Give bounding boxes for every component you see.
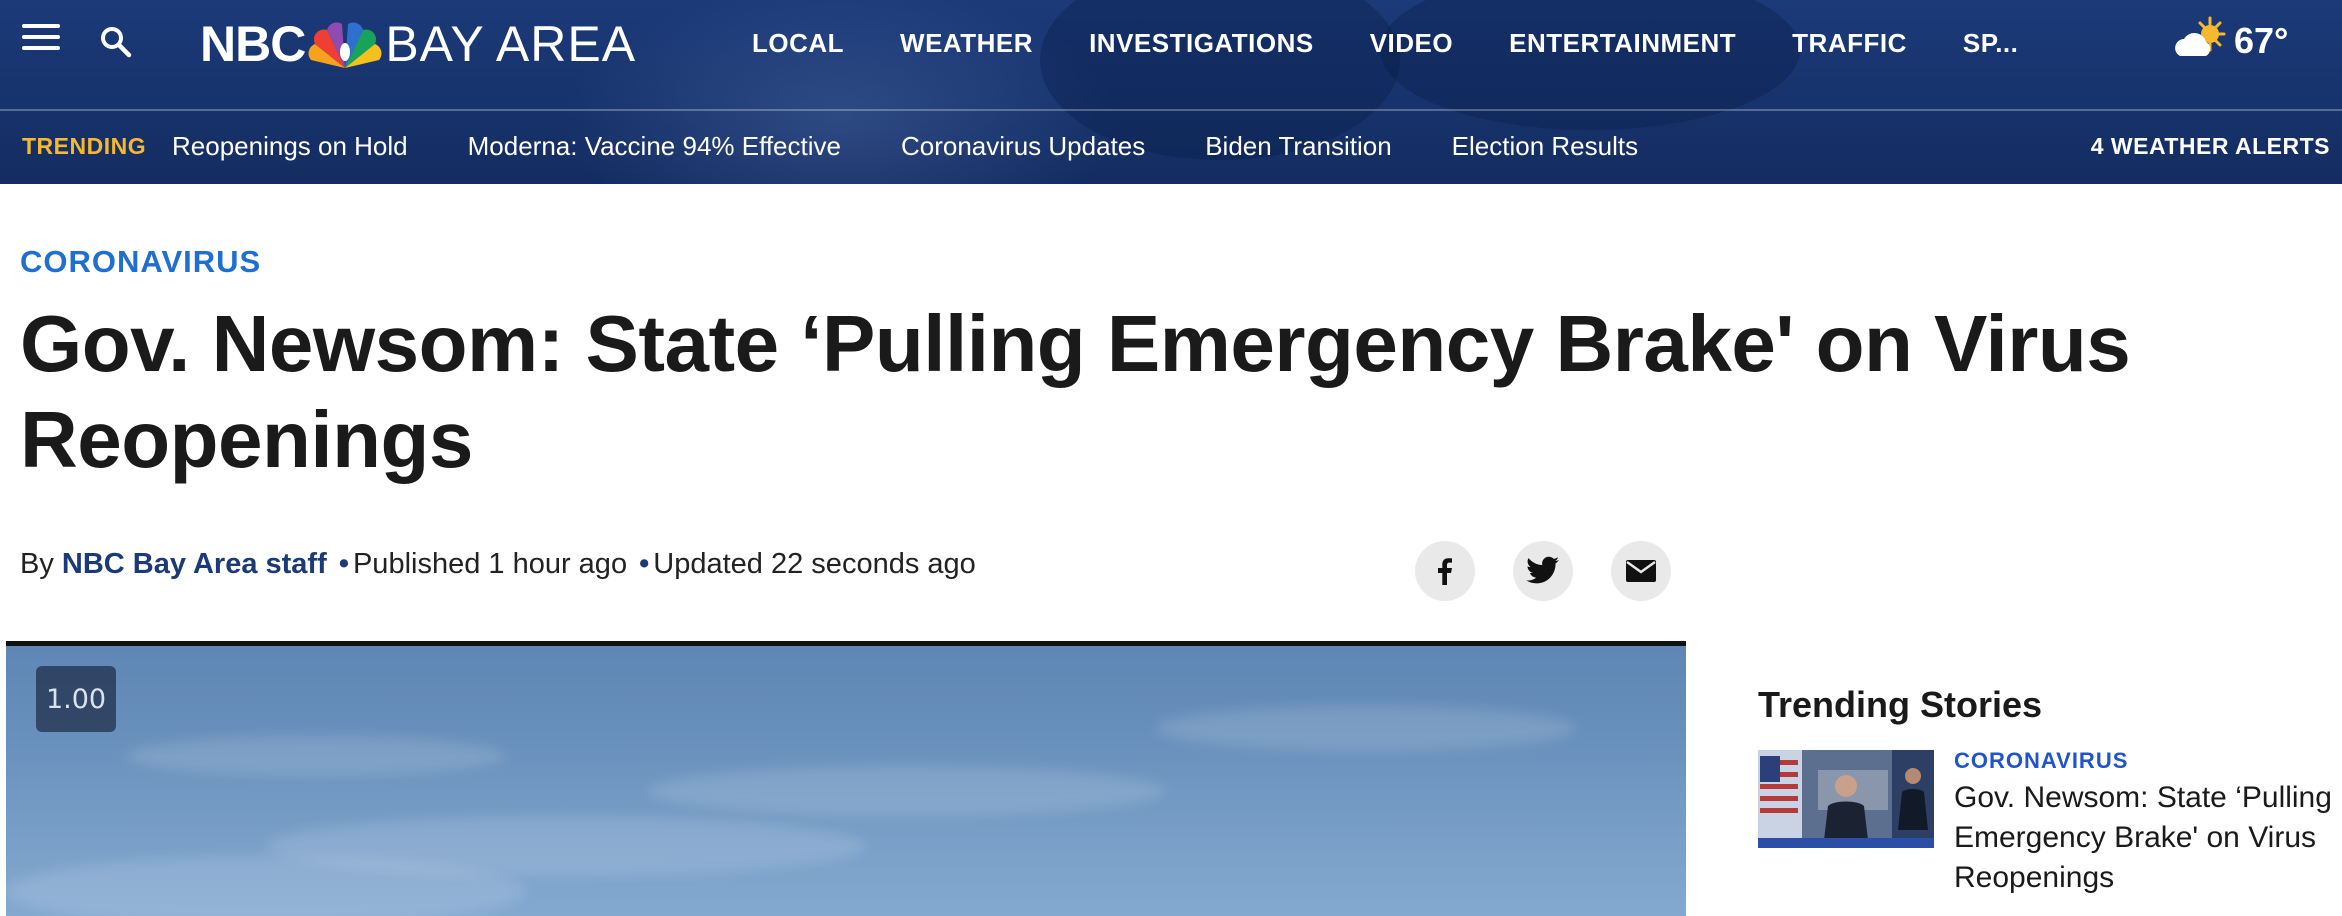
- email-icon: [1626, 560, 1656, 582]
- byline-separator: •: [338, 548, 349, 580]
- trending-link[interactable]: Reopenings on Hold: [172, 131, 408, 162]
- video-frame-cloud: [1156, 706, 1576, 751]
- weather-temperature: 67°: [2234, 20, 2289, 61]
- search-icon[interactable]: [98, 24, 134, 60]
- byline-by: By: [20, 548, 54, 580]
- weather-alerts-link[interactable]: 4 WEATHER ALERTS: [2091, 133, 2330, 160]
- logo-area-text: BAY AREA: [385, 16, 637, 72]
- site-header: NBC BAY AREA LOCAL WEATHER INVESTIGATION…: [0, 0, 2342, 184]
- nav-item-weather[interactable]: WEATHER: [900, 28, 1033, 59]
- trending-label: TRENDING: [22, 133, 147, 159]
- video-frame-cloud: [126, 736, 506, 776]
- nav-item-entertainment[interactable]: ENTERTAINMENT: [1509, 28, 1736, 59]
- article-headline: Gov. Newsom: State ‘Pulling Emergency Br…: [20, 299, 2131, 484]
- video-frame-cloud: [646, 766, 1166, 816]
- story-thumbnail[interactable]: [1758, 750, 1934, 848]
- nav-item-sports[interactable]: SP...: [1963, 28, 2019, 59]
- trending-link[interactable]: Election Results: [1452, 131, 1638, 162]
- trending-link[interactable]: Biden Transition: [1205, 131, 1391, 162]
- trending-stories-title: Trending Stories: [1758, 684, 2043, 725]
- byline-published: Published 1 hour ago: [352, 548, 628, 580]
- story-thumbnail-image: [1758, 750, 1934, 848]
- byline-author-link[interactable]: NBC Bay Area staff: [62, 548, 327, 580]
- story-category[interactable]: CORONAVIRUS: [1954, 748, 2128, 774]
- story-title[interactable]: Gov. Newsom: State ‘Pulling Emergency Br…: [1954, 778, 2334, 898]
- share-twitter-button[interactable]: [1513, 541, 1573, 601]
- logo-nbc-text: NBC: [200, 16, 306, 72]
- article-byline: By NBC Bay Area staff • Published 1 hour …: [20, 548, 976, 581]
- byline-updated: Updated 22 seconds ago: [653, 548, 976, 580]
- nav-item-local[interactable]: LOCAL: [752, 28, 844, 59]
- facebook-icon: [1438, 558, 1452, 585]
- trending-link[interactable]: Moderna: Vaccine 94% Effective: [468, 131, 841, 162]
- trending-story-card[interactable]: CORONAVIRUS Gov. Newsom: State ‘Pulling …: [1758, 748, 2332, 908]
- nav-item-investigations[interactable]: INVESTIGATIONS: [1089, 28, 1314, 59]
- top-bar: NBC BAY AREA LOCAL WEATHER INVESTIGATION…: [0, 0, 2342, 110]
- twitter-icon: [1526, 556, 1559, 584]
- menu-icon[interactable]: [22, 22, 62, 52]
- partly-cloudy-icon: [2175, 16, 2226, 56]
- article-category[interactable]: CORONAVIRUS: [20, 244, 261, 280]
- trending-link[interactable]: Coronavirus Updates: [901, 131, 1145, 162]
- site-logo[interactable]: NBC BAY AREA: [200, 14, 636, 74]
- peacock-logo-icon: [308, 22, 382, 68]
- nav-item-traffic[interactable]: TRAFFIC: [1792, 28, 1907, 59]
- playback-speed-badge[interactable]: 1.00: [36, 666, 116, 732]
- trending-links: Reopenings on Hold Moderna: Vaccine 94% …: [172, 131, 1698, 162]
- main-nav: LOCAL WEATHER INVESTIGATIONS VIDEO ENTER…: [752, 28, 2074, 59]
- video-player[interactable]: 1.00: [6, 641, 1686, 916]
- share-facebook-button[interactable]: [1415, 541, 1475, 601]
- trending-bar: TRENDING Reopenings on Hold Moderna: Vac…: [0, 111, 2342, 184]
- share-email-button[interactable]: [1611, 541, 1671, 601]
- weather-widget[interactable]: 67°: [2172, 14, 2288, 68]
- byline-separator: •: [639, 548, 650, 580]
- nav-item-video[interactable]: VIDEO: [1370, 28, 1453, 59]
